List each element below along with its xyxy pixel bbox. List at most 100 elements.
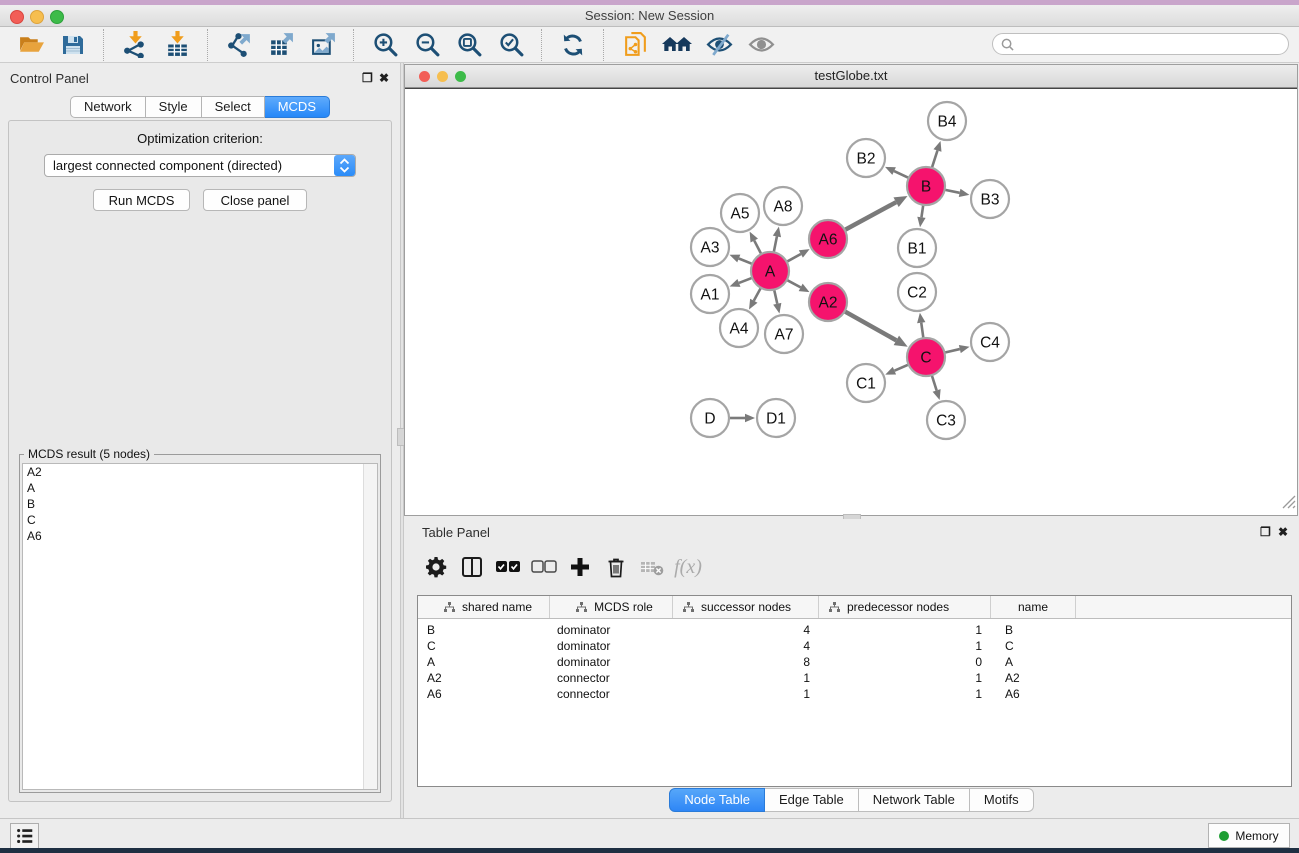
graph-node-label: D <box>704 411 715 428</box>
graph-edge-A-A6[interactable] <box>787 254 801 262</box>
mcds-result-item[interactable]: B <box>23 496 377 512</box>
graph-edge-B-B1[interactable] <box>921 205 923 218</box>
show-all-icon[interactable] <box>745 29 777 61</box>
table-panel-header: Table Panel ❐ ✖ <box>404 519 1299 549</box>
function-builder-icon[interactable]: f(x) <box>670 552 706 582</box>
tab-network-table[interactable]: Network Table <box>859 788 970 812</box>
export-table-icon[interactable] <box>265 29 297 61</box>
export-network-icon[interactable] <box>223 29 255 61</box>
mcds-result-item[interactable]: A6 <box>23 528 377 544</box>
save-icon[interactable] <box>57 29 89 61</box>
deselect-all-icon[interactable] <box>526 552 562 582</box>
graph-node-label: C2 <box>907 285 927 302</box>
add-row-icon[interactable] <box>562 552 598 582</box>
table-row[interactable]: A6connector11A6 <box>418 686 1291 702</box>
table-cell: A6 <box>991 687 1076 701</box>
column-header-successor-nodes[interactable]: successor nodes <box>673 596 819 618</box>
graph-edge-C-C2[interactable] <box>921 323 923 338</box>
tab-network[interactable]: Network <box>70 96 146 118</box>
table-cell: A2 <box>991 671 1076 685</box>
graph-edge-B-B4[interactable] <box>932 150 938 167</box>
toolbar-separator <box>541 29 543 61</box>
tab-style[interactable]: Style <box>146 96 202 118</box>
graph-edge-C-C1[interactable] <box>894 365 908 371</box>
close-panel-icon[interactable]: ✖ <box>379 71 389 85</box>
hide-selected-icon[interactable] <box>703 29 735 61</box>
delete-table-icon[interactable] <box>634 552 670 582</box>
mcds-panel: Optimization criterion: largest connecte… <box>8 120 392 802</box>
graph-edge-C-C3[interactable] <box>932 375 937 390</box>
column-header-mcds-role[interactable]: MCDS role <box>550 596 673 618</box>
graph-edge-A-A5[interactable] <box>754 241 761 255</box>
tab-motifs[interactable]: Motifs <box>970 788 1034 812</box>
graph-edge-A-A4[interactable] <box>754 288 761 301</box>
toolbar-separator <box>103 29 105 61</box>
tab-select[interactable]: Select <box>202 96 265 118</box>
memory-button[interactable]: Memory <box>1208 823 1290 848</box>
tab-mcds[interactable]: MCDS <box>265 96 330 118</box>
mcds-result-list[interactable]: A2ABCA6 <box>22 463 378 790</box>
graph-edge-A2-C[interactable] <box>845 311 897 340</box>
float-panel-icon[interactable]: ❐ <box>362 71 373 85</box>
graph-edge-A-A1[interactable] <box>739 278 752 283</box>
tab-node-table[interactable]: Node Table <box>669 788 765 812</box>
zoom-in-icon[interactable] <box>369 29 401 61</box>
open-icon[interactable] <box>15 29 47 61</box>
columns-icon[interactable] <box>454 552 490 582</box>
graph-edge-arrowhead <box>959 189 970 197</box>
graph-edge-A-A3[interactable] <box>739 259 753 264</box>
settings-gear-icon[interactable] <box>418 552 454 582</box>
graph-edge-B-B3[interactable] <box>945 190 960 193</box>
search-input[interactable] <box>992 33 1289 55</box>
mcds-result-title: MCDS result (5 nodes) <box>24 447 154 461</box>
import-network-icon[interactable] <box>119 29 151 61</box>
export-image-icon[interactable] <box>307 29 339 61</box>
run-mcds-button[interactable]: Run MCDS <box>93 189 190 211</box>
table-cell: connector <box>550 687 673 701</box>
graph-edge-A-A8[interactable] <box>774 236 777 252</box>
resize-grip-icon[interactable] <box>1282 495 1296 514</box>
select-all-icon[interactable] <box>490 552 526 582</box>
refresh-icon[interactable] <box>557 29 589 61</box>
task-history-button[interactable] <box>10 823 39 849</box>
column-header-shared-name[interactable]: shared name <box>418 596 550 618</box>
float-table-panel-icon[interactable]: ❐ <box>1260 525 1271 539</box>
network-window-titlebar: testGlobe.txt <box>405 65 1297 88</box>
search-field[interactable] <box>1019 36 1288 52</box>
graph-edge-A6-B[interactable] <box>845 202 896 230</box>
graph-edge-arrowhead <box>730 279 741 287</box>
home-icon[interactable] <box>661 29 693 61</box>
open-session-icon[interactable] <box>619 29 651 61</box>
result-scrollbar[interactable] <box>363 464 377 789</box>
graph-edge-A-A7[interactable] <box>774 290 777 304</box>
table-row[interactable]: Adominator80A <box>418 654 1291 670</box>
toolbar-separator <box>207 29 209 61</box>
graph-node-label: B2 <box>857 151 876 168</box>
graph-edge-B-B2[interactable] <box>894 171 909 178</box>
graph-edge-C-C4[interactable] <box>944 349 959 353</box>
table-cell: A <box>418 655 550 669</box>
network-canvas[interactable]: B4B2BB3A8A5A6B1A3AC2A1A2A4A7C4CC1C3DD1 <box>405 88 1297 515</box>
table-row[interactable]: A2connector11A2 <box>418 670 1291 686</box>
zoom-fit-icon[interactable] <box>453 29 485 61</box>
zoom-selected-icon[interactable] <box>495 29 527 61</box>
node-table-body: Bdominator41BCdominator41CAdominator80AA… <box>418 619 1291 702</box>
close-table-panel-icon[interactable]: ✖ <box>1278 525 1288 539</box>
zoom-out-icon[interactable] <box>411 29 443 61</box>
column-header-predecessor-nodes[interactable]: predecessor nodes <box>819 596 991 618</box>
mcds-result-item[interactable]: A <box>23 480 377 496</box>
control-panel-title: Control Panel <box>10 71 89 86</box>
column-header-filler <box>1076 596 1291 618</box>
mcds-result-item[interactable]: A2 <box>23 464 377 480</box>
graph-edge-A-A2[interactable] <box>787 280 801 287</box>
selected-criterion: largest connected component (directed) <box>45 158 334 173</box>
column-header-name[interactable]: name <box>991 596 1076 618</box>
table-row[interactable]: Cdominator41C <box>418 638 1291 654</box>
close-panel-button[interactable]: Close panel <box>203 189 307 211</box>
optimization-criterion-select[interactable]: largest connected component (directed) <box>44 154 356 177</box>
tab-edge-table[interactable]: Edge Table <box>765 788 859 812</box>
delete-row-icon[interactable] <box>598 552 634 582</box>
import-table-icon[interactable] <box>161 29 193 61</box>
table-row[interactable]: Bdominator41B <box>418 622 1291 638</box>
mcds-result-item[interactable]: C <box>23 512 377 528</box>
